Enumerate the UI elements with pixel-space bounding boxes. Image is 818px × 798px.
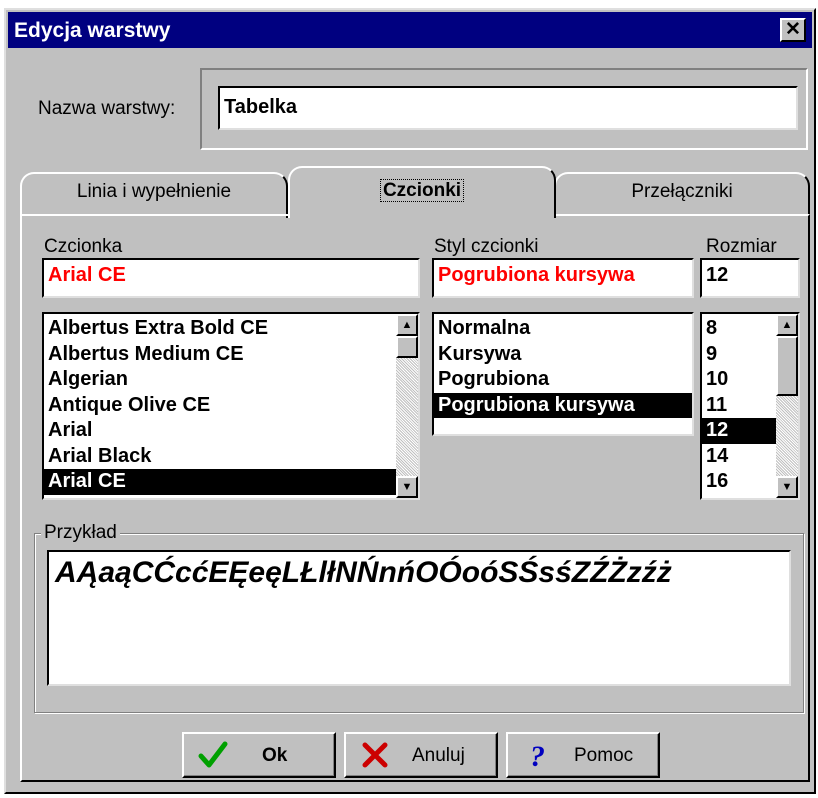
style-list-items: Normalna Kursywa Pogrubiona Pogrubiona k… xyxy=(434,316,692,418)
list-item[interactable]: 16 xyxy=(702,469,776,495)
font-list-items: Albertus Extra Bold CE Albertus Medium C… xyxy=(44,316,396,495)
style-input[interactable]: Pogrubiona kursywa xyxy=(432,258,694,298)
dialog-window: Edycja warstwy ✕ Nazwa warstwy: Tabelka … xyxy=(4,8,816,794)
layer-name-label: Nazwa warstwy: xyxy=(38,98,175,120)
size-list[interactable]: 8 9 10 11 12 14 16 ▲ ▼ xyxy=(700,312,800,500)
list-item[interactable]: Arial xyxy=(44,418,396,444)
tab-settings[interactable]: Przełączniki xyxy=(554,172,810,218)
scroll-up-icon[interactable]: ▲ xyxy=(776,314,798,336)
size-input[interactable]: 12 xyxy=(700,258,800,298)
list-item[interactable]: 11 xyxy=(702,393,776,419)
scroll-thumb[interactable] xyxy=(396,336,418,358)
scroll-down-icon[interactable]: ▼ xyxy=(396,476,418,498)
size-list-items: 8 9 10 11 12 14 16 xyxy=(702,316,776,495)
sample-text: AĄaąCĆcćEĘeęLŁlłNŃnńOÓoóSŚsśZŹŻzźż xyxy=(55,556,672,589)
list-item[interactable]: Algerian xyxy=(44,367,396,393)
font-input[interactable]: Arial CE xyxy=(42,258,420,298)
tab-line-fill[interactable]: Linia i wypełnienie xyxy=(20,172,288,218)
list-item-selected[interactable]: Arial CE xyxy=(44,469,396,495)
ok-button[interactable]: Ok xyxy=(182,732,336,778)
svg-text:?: ? xyxy=(530,740,545,770)
checkmark-icon xyxy=(198,741,228,768)
tab-line-fill-label: Linia i wypełnienie xyxy=(76,181,232,202)
layer-name-value: Tabelka xyxy=(224,96,297,118)
window-title: Edycja warstwy xyxy=(14,19,171,42)
scroll-up-icon[interactable]: ▲ xyxy=(396,314,418,336)
font-scrollbar[interactable]: ▲ ▼ xyxy=(396,314,418,498)
help-label: Pomoc xyxy=(574,745,634,766)
question-icon: ? xyxy=(530,740,545,770)
cancel-button[interactable]: Anuluj xyxy=(344,732,498,778)
font-label: Czcionka xyxy=(44,236,123,257)
style-label: Styl czcionki xyxy=(434,236,539,257)
list-item[interactable]: Arial Black xyxy=(44,444,396,470)
list-item[interactable]: 10 xyxy=(702,367,776,393)
list-item[interactable]: Albertus Extra Bold CE xyxy=(44,316,396,342)
list-item[interactable]: Normalna xyxy=(434,316,692,342)
style-value: Pogrubiona kursywa xyxy=(438,264,635,286)
cancel-label: Anuluj xyxy=(412,745,465,766)
font-list[interactable]: Albertus Extra Bold CE Albertus Medium C… xyxy=(42,312,420,500)
list-item[interactable]: Kursywa xyxy=(434,342,692,368)
size-scrollbar[interactable]: ▲ ▼ xyxy=(776,314,798,498)
list-item[interactable]: Pogrubiona xyxy=(434,367,692,393)
scroll-down-icon[interactable]: ▼ xyxy=(776,476,798,498)
sample-label: Przykład xyxy=(41,522,120,544)
title-bar[interactable]: Edycja warstwy ✕ xyxy=(8,12,812,48)
font-value: Arial CE xyxy=(48,264,126,286)
cross-icon xyxy=(362,742,388,768)
list-item[interactable]: Albertus Medium CE xyxy=(44,342,396,368)
help-button[interactable]: ? Pomoc xyxy=(506,732,660,778)
layer-name-input[interactable]: Tabelka xyxy=(218,86,798,130)
ok-label: Ok xyxy=(262,745,288,766)
tab-fonts-label: Czcionki xyxy=(379,179,465,202)
sample-preview: AĄaąCĆcćEĘeęLŁlłNŃnńOÓoóSŚsśZŹŻzźż xyxy=(47,550,791,686)
size-label: Rozmiar xyxy=(706,236,777,257)
list-item-selected[interactable]: Pogrubiona kursywa xyxy=(434,392,692,418)
size-value: 12 xyxy=(706,264,729,286)
list-item[interactable]: 9 xyxy=(702,342,776,368)
close-button[interactable]: ✕ xyxy=(780,18,806,42)
scroll-thumb[interactable] xyxy=(776,336,798,396)
list-item[interactable]: Antique Olive CE xyxy=(44,393,396,419)
tab-settings-label: Przełączniki xyxy=(631,181,733,202)
style-list[interactable]: Normalna Kursywa Pogrubiona Pogrubiona k… xyxy=(432,312,694,436)
list-item[interactable]: 14 xyxy=(702,444,776,470)
layer-name-label-text: Nazwa warstwy: xyxy=(38,98,176,119)
sample-group: Przykład AĄaąCĆcćEĘeęLŁlłNŃnńOÓoóSŚsśZŹŻ… xyxy=(34,522,804,713)
tab-fonts[interactable]: Czcionki xyxy=(288,166,556,218)
list-item[interactable]: 8 xyxy=(702,316,776,342)
list-item-selected[interactable]: 12 xyxy=(702,418,776,444)
